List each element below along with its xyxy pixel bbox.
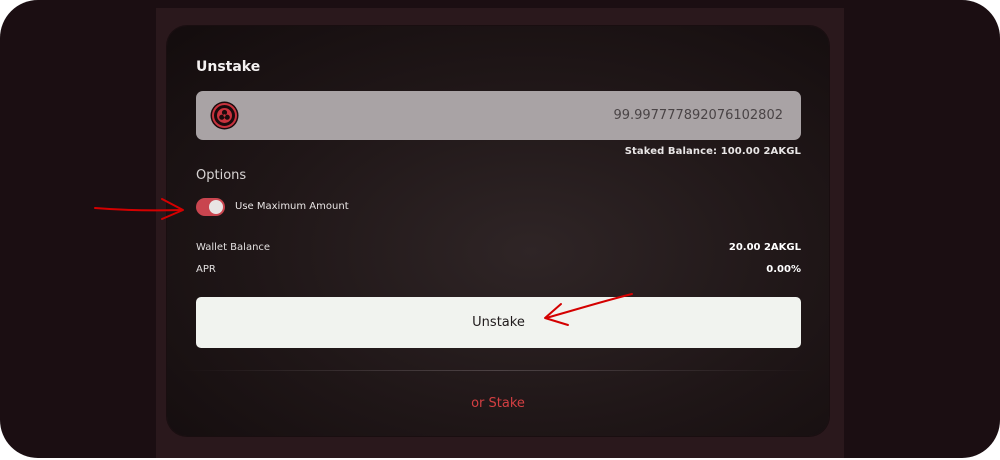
- amount-input[interactable]: [303, 91, 783, 140]
- wallet-balance-value: 20.00 2AKGL: [728, 242, 801, 253]
- apr-label: APR: [196, 264, 216, 275]
- use-maximum-label: Use Maximum Amount: [235, 201, 349, 212]
- staked-balance: Staked Balance: 100.00 2AKGL: [624, 146, 801, 157]
- token-logo-icon: [210, 101, 239, 130]
- apr-value: 0.00%: [766, 264, 801, 275]
- divider: [181, 370, 815, 371]
- options-label: Options: [196, 168, 247, 183]
- unstake-button[interactable]: Unstake: [196, 297, 801, 348]
- card-title: Unstake: [196, 59, 261, 75]
- toggle-knob: [209, 200, 223, 214]
- amount-field[interactable]: [196, 91, 801, 140]
- unstake-card: Unstake Staked Balance: 100.00 2AKGL Opt…: [167, 26, 829, 436]
- app-frame: Unstake Staked Balance: 100.00 2AKGL Opt…: [0, 0, 1000, 458]
- use-maximum-toggle[interactable]: [196, 198, 225, 216]
- wallet-balance-label: Wallet Balance: [196, 242, 271, 253]
- or-stake-link[interactable]: or Stake: [167, 396, 829, 411]
